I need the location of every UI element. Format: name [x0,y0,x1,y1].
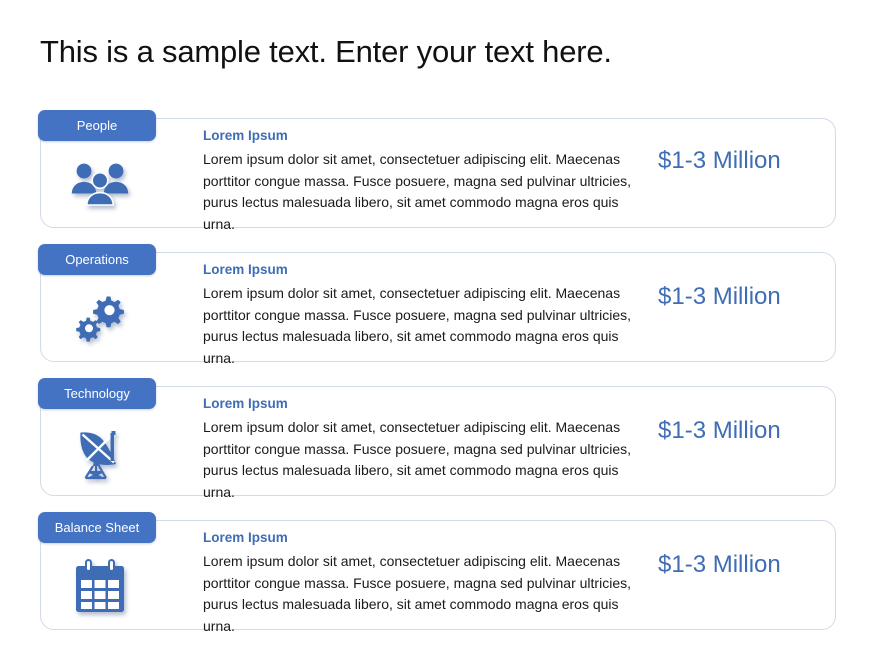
row-price: $1-3 Million [658,417,781,444]
row-body: Lorem Ipsum Lorem ipsum dolor sit amet, … [203,262,643,369]
row-body: Lorem Ipsum Lorem ipsum dolor sit amet, … [203,128,643,235]
row-description: Lorem ipsum dolor sit amet, consectetuer… [203,553,631,634]
people-icon [55,148,145,220]
rows-container: People Lorem Ipsum Lorem ipsum dolor sit… [0,110,870,646]
slide-canvas: This is a sample text. Enter your text h… [0,0,870,653]
calendar-icon [55,550,145,622]
row-description: Lorem ipsum dolor sit amet, consectetuer… [203,285,631,366]
row-badge-technology[interactable]: Technology [38,378,156,409]
row-badge-balance-sheet[interactable]: Balance Sheet [38,512,156,543]
row-body: Lorem Ipsum Lorem ipsum dolor sit amet, … [203,530,643,637]
list-item[interactable]: Technology Lorem Ipsum Lorem ipsum dolor… [0,378,870,500]
row-body: Lorem Ipsum Lorem ipsum dolor sit amet, … [203,396,643,503]
row-heading: Lorem Ipsum [203,530,288,545]
list-item[interactable]: Balance Sheet Lorem Ipsum Lorem ipsum do… [0,512,870,634]
row-price: $1-3 Million [658,551,781,578]
row-description: Lorem ipsum dolor sit amet, consectetuer… [203,151,631,232]
row-description: Lorem ipsum dolor sit amet, consectetuer… [203,419,631,500]
row-heading: Lorem Ipsum [203,128,288,143]
row-heading: Lorem Ipsum [203,262,288,277]
row-price: $1-3 Million [658,147,781,174]
row-heading: Lorem Ipsum [203,396,288,411]
list-item[interactable]: Operations Lorem Ipsum Lorem ipsum dolor… [0,244,870,366]
page-title: This is a sample text. Enter your text h… [40,34,612,69]
row-badge-people[interactable]: People [38,110,156,141]
list-item[interactable]: People Lorem Ipsum Lorem ipsum dolor sit… [0,110,870,232]
row-price: $1-3 Million [658,283,781,310]
gears-icon [55,282,145,354]
row-badge-operations[interactable]: Operations [38,244,156,275]
satellite-dish-icon [55,416,145,488]
